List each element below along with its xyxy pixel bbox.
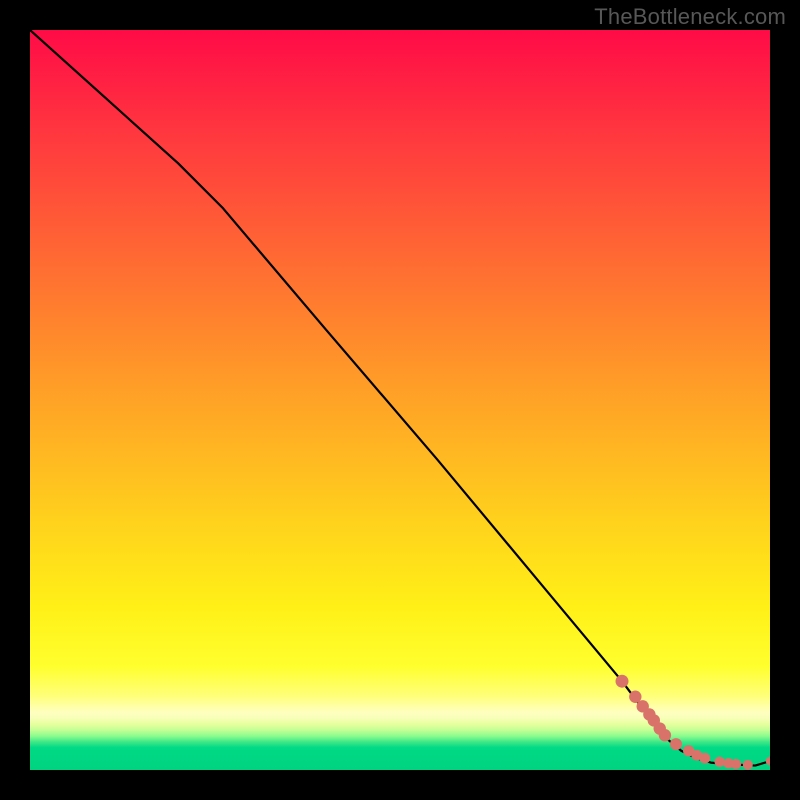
marker-dot [714,757,724,767]
marker-dot [731,759,741,769]
plot-area [30,30,770,770]
chart-stage: TheBottleneck.com [0,0,800,800]
marker-dot [616,675,629,688]
marker-dot [699,753,710,764]
marker-dot [670,738,682,750]
marker-dot [743,760,753,770]
markers-layer [30,30,770,770]
marker-dot [766,757,770,765]
marker-dot [659,729,671,741]
watermark-text: TheBottleneck.com [594,4,786,30]
